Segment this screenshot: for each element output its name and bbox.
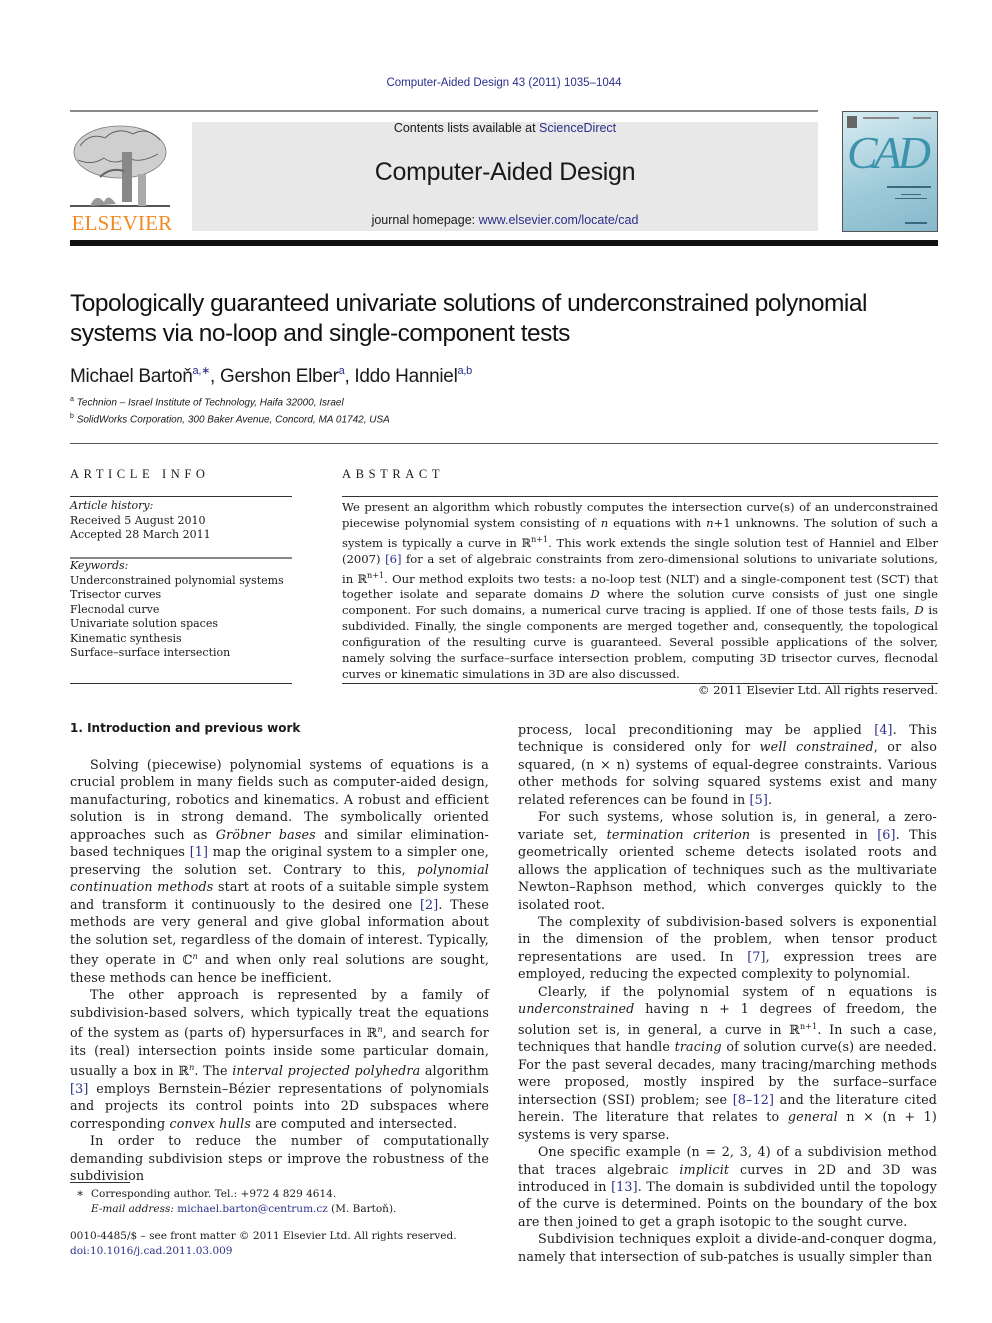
body-column-left: Solving (piecewise) polynomial systems o… <box>70 756 489 1185</box>
accepted-date: Accepted 28 March 2011 <box>70 528 211 541</box>
author-name[interactable]: Gershon Elber <box>220 366 339 387</box>
cover-text-line <box>901 194 921 195</box>
math-var: D <box>590 587 600 602</box>
cover-text-line <box>895 198 927 199</box>
contents-line: Contents lists available at ScienceDirec… <box>192 121 818 135</box>
footnote-line: Corresponding author. Tel.: +972 4 829 4… <box>91 1188 337 1200</box>
paragraph: The other approach is represented by a f… <box>70 987 489 1131</box>
affiliation: b SolidWorks Corporation, 300 Baker Aven… <box>70 413 390 425</box>
math-sup: n+1 <box>367 570 385 580</box>
corresponding-author-footnote: Corresponding author. Tel.: +972 4 829 4… <box>91 1187 396 1217</box>
footnote-rule <box>70 1182 130 1183</box>
keyword: Flecnodal curve <box>70 602 160 616</box>
top-rule <box>70 110 818 112</box>
article-history: Article history: Received 5 August 2010 … <box>70 499 211 543</box>
math-sup: n+1 <box>531 534 549 544</box>
paragraph: The complexity of subdivision-based solv… <box>518 913 937 982</box>
issn-line: 0010-4485/$ – see front matter © 2011 El… <box>70 1230 457 1242</box>
author-name[interactable]: Michael Bartoň <box>70 366 193 387</box>
keyword: Trisector curves <box>70 588 162 601</box>
keyword: Kinematic synthesis <box>70 631 182 645</box>
citation-link[interactable]: [13] <box>611 1179 638 1194</box>
math-space: ℝ <box>521 535 532 550</box>
keyword: Underconstrained polynomial systems <box>70 573 284 587</box>
citation-link[interactable]: [1] <box>190 844 208 859</box>
paragraph: Solving (piecewise) polynomial systems o… <box>70 757 490 985</box>
author-affiliation-mark[interactable]: a,b <box>458 365 473 377</box>
section-divider <box>70 443 938 444</box>
paragraph: In order to reduce the number of computa… <box>70 1133 489 1184</box>
paragraph: process, local preconditioning may be ap… <box>518 722 937 807</box>
homepage-link[interactable]: www.elsevier.com/locate/cad <box>479 213 639 227</box>
citation-link[interactable]: [6] <box>877 827 895 842</box>
homepage-prefix: journal homepage: <box>371 213 479 227</box>
author-affiliation-mark[interactable]: a,∗ <box>193 365 211 377</box>
received-date: Received 5 August 2010 <box>70 513 206 527</box>
article-title: Topologically guaranteed univariate solu… <box>70 290 867 347</box>
paragraph: Clearly, if the polynomial system of n e… <box>518 983 938 1142</box>
journal-title: Computer-Aided Design <box>374 158 636 186</box>
affiliation-mark: b <box>70 413 74 420</box>
citation-link[interactable]: [7] <box>747 949 765 964</box>
contents-prefix: Contents lists available at <box>393 121 540 135</box>
article-info-rule <box>70 683 292 684</box>
abstract-text: We present an algorithm which robustly c… <box>342 500 938 699</box>
citation-link[interactable]: [6] <box>385 552 401 566</box>
email-label: E-mail address: <box>91 1203 178 1215</box>
abstract-rule <box>342 496 938 497</box>
header-thick-rule <box>70 240 938 246</box>
citation-link[interactable]: [8–12] <box>733 1092 774 1107</box>
paragraph: One specific example (n = 2, 3, 4) of a … <box>518 1144 937 1229</box>
author-list: Michael Bartoňa,∗, Gershon Elbera, Iddo … <box>70 365 473 387</box>
affiliation-text: Technion – Israel Institute of Technolog… <box>76 397 344 409</box>
keyword: Surface–surface intersection <box>70 646 231 659</box>
keyword: Univariate solution spaces <box>70 617 218 630</box>
keywords-label: Keywords: <box>70 559 129 572</box>
journal-cover-image[interactable]: CAD <box>842 111 938 232</box>
affiliation-mark: a <box>70 396 74 403</box>
math-space: ℝ <box>357 571 368 586</box>
citation-link[interactable]: [3] <box>70 1081 88 1096</box>
abstract-heading: ABSTRACT <box>342 467 445 481</box>
copyright-notice: © 2011 Elsevier Ltd. All rights reserved… <box>697 683 938 698</box>
math-var: n <box>706 515 714 530</box>
article-info-heading: ARTICLE INFO <box>70 467 210 481</box>
footnote-mark: ∗ <box>76 1186 85 1200</box>
body-column-right: process, local preconditioning may be ap… <box>518 721 937 1265</box>
homepage-line: journal homepage: www.elsevier.com/locat… <box>192 213 818 227</box>
abstract-rule <box>342 683 938 684</box>
cover-subtitle-line <box>887 186 931 188</box>
history-label: Article history: <box>70 499 154 512</box>
cover-header-line <box>863 117 899 119</box>
cover-title: CAD <box>847 127 931 178</box>
journal-citation[interactable]: Computer-Aided Design 43 (2011) 1035–104… <box>0 77 992 89</box>
affiliation-text: SolidWorks Corporation, 300 Baker Avenue… <box>76 414 390 426</box>
elsevier-wordmark: ELSEVIER <box>71 211 173 235</box>
citation-link[interactable]: [5] <box>750 792 768 807</box>
keywords-list: Keywords: Underconstrained polynomial sy… <box>70 559 284 661</box>
doi-link[interactable]: doi:10.1016/j.cad.2011.03.009 <box>70 1245 233 1257</box>
affiliation: a Technion – Israel Institute of Technol… <box>70 396 344 408</box>
cover-footer-line <box>905 222 927 224</box>
section-heading: 1. Introduction and previous work <box>70 721 301 735</box>
author-name[interactable]: Iddo Hanniel <box>354 366 457 387</box>
email-suffix: (M. Bartoň). <box>327 1203 397 1215</box>
citation-link[interactable]: [2] <box>420 897 438 912</box>
article-info-rule <box>70 496 292 497</box>
author-affiliation-mark[interactable]: a <box>339 365 345 377</box>
citation-link[interactable]: [4] <box>874 722 892 737</box>
abstract-segment: equations with <box>608 515 707 530</box>
cover-header-line <box>913 117 931 119</box>
front-matter: 0010-4485/$ – see front matter © 2011 El… <box>70 1229 457 1259</box>
paragraph: For such systems, whose solution is, in … <box>518 809 937 912</box>
paragraph: Subdivision techniques exploit a divide-… <box>518 1231 937 1264</box>
math-var: D <box>914 603 924 618</box>
sciencedirect-link[interactable]: ScienceDirect <box>539 121 616 135</box>
email-link[interactable]: michael.barton@centrum.cz <box>177 1203 328 1215</box>
